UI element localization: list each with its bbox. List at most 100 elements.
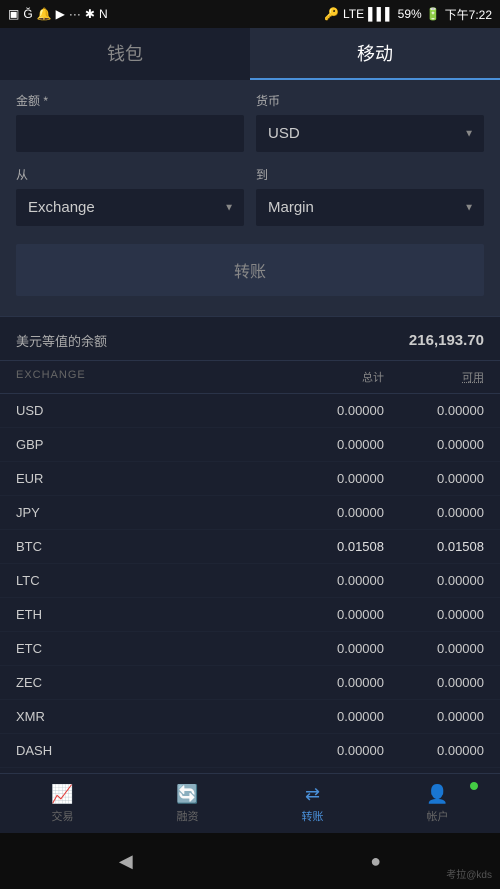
back-button[interactable]: ◀: [119, 851, 133, 872]
table-row: XMR 0.00000 0.00000: [0, 700, 500, 734]
currency-cell: DASH: [16, 743, 284, 758]
th-available: 可用: [384, 369, 484, 385]
nav-account[interactable]: 👤 帐户: [375, 774, 500, 833]
available-cell: 0.00000: [384, 641, 484, 656]
available-cell: 0.00000: [384, 505, 484, 520]
table-row: DASH 0.00000 0.00000: [0, 734, 500, 768]
bottom-nav: 📈 交易 🔄 融资 ⇄ 转账 👤 帐户: [0, 773, 500, 833]
battery-icon: 🔋: [426, 7, 441, 21]
total-cell: 0.00000: [284, 403, 384, 418]
table-row: ETC 0.00000 0.00000: [0, 632, 500, 666]
balance-value: 216,193.70: [409, 332, 484, 349]
nav-trading[interactable]: 📈 交易: [0, 774, 125, 833]
total-cell: 0.00000: [284, 437, 384, 452]
th-total: 总计: [284, 369, 384, 385]
currency-group: 货币 USD BTC ETH: [256, 92, 484, 152]
from-select-wrapper: Exchange Margin: [16, 189, 244, 226]
time: 下午7:22: [445, 6, 492, 23]
available-cell: 0.00000: [384, 403, 484, 418]
table-header: EXCHANGE 总计 可用: [0, 361, 500, 394]
nav-funding[interactable]: 🔄 融资: [125, 774, 250, 833]
table-row: ETH 0.00000 0.00000: [0, 598, 500, 632]
available-cell: 0.00000: [384, 743, 484, 758]
tab-move[interactable]: 移动: [250, 28, 500, 80]
exchange-table: EXCHANGE 总计 可用 USD 0.00000 0.00000 GBP 0…: [0, 361, 500, 816]
status-right-icons: 🔑 LTE ▌▌▌ 59% 🔋 下午7:22: [324, 6, 492, 23]
currency-cell: ETH: [16, 607, 284, 622]
nav-funding-label: 融资: [177, 808, 199, 824]
available-cell: 0.00000: [384, 437, 484, 452]
currency-cell: EUR: [16, 471, 284, 486]
total-cell: 0.00000: [284, 641, 384, 656]
amount-group: 金额 *: [16, 92, 244, 152]
table-rows-container: USD 0.00000 0.00000 GBP 0.00000 0.00000 …: [0, 394, 500, 802]
online-indicator: [470, 782, 478, 790]
notification-icon: 🔔: [37, 7, 52, 21]
available-cell: 0.00000: [384, 709, 484, 724]
currency-cell: USD: [16, 403, 284, 418]
bluetooth-icon: ✱: [85, 7, 95, 21]
total-cell: 0.00000: [284, 607, 384, 622]
transfer-icon: ⇄: [305, 784, 320, 805]
amount-input[interactable]: [16, 115, 244, 152]
currency-cell: ZEC: [16, 675, 284, 690]
table-row: GBP 0.00000 0.00000: [0, 428, 500, 462]
currency-cell: JPY: [16, 505, 284, 520]
nfc-icon: N: [99, 7, 108, 21]
to-group: 到 Margin Exchange: [256, 166, 484, 226]
available-cell: 0.00000: [384, 573, 484, 588]
total-cell: 0.01508: [284, 539, 384, 554]
table-row: EUR 0.00000 0.00000: [0, 462, 500, 496]
table-row: LTC 0.00000 0.00000: [0, 564, 500, 598]
more-icon: ···: [69, 7, 81, 21]
tab-wallet[interactable]: 钱包: [0, 28, 250, 80]
available-cell: 0.00000: [384, 607, 484, 622]
lte-icon: LTE: [343, 7, 364, 21]
to-select-wrapper: Margin Exchange: [256, 189, 484, 226]
form-area: 金额 * 货币 USD BTC ETH 从 Exchange Margin: [0, 80, 500, 316]
home-button[interactable]: ●: [370, 851, 381, 872]
battery-percent: 59%: [398, 7, 422, 21]
status-left-icons: ▣ Ğ 🔔 ▶ ··· ✱ N: [8, 7, 108, 21]
trading-icon: 📈: [51, 784, 73, 805]
nav-transfer[interactable]: ⇄ 转账: [250, 774, 375, 833]
currency-select[interactable]: USD BTC ETH: [256, 115, 484, 152]
total-cell: 0.00000: [284, 471, 384, 486]
to-label: 到: [256, 166, 484, 183]
total-cell: 0.00000: [284, 675, 384, 690]
key-icon: 🔑: [324, 7, 339, 21]
available-cell: 0.01508: [384, 539, 484, 554]
currency-cell: LTC: [16, 573, 284, 588]
total-cell: 0.00000: [284, 709, 384, 724]
table-row: USD 0.00000 0.00000: [0, 394, 500, 428]
to-select[interactable]: Margin Exchange: [256, 189, 484, 226]
from-select[interactable]: Exchange Margin: [16, 189, 244, 226]
total-cell: 0.00000: [284, 743, 384, 758]
currency-cell: BTC: [16, 539, 284, 554]
available-cell: 0.00000: [384, 675, 484, 690]
table-row: ZEC 0.00000 0.00000: [0, 666, 500, 700]
top-tabs: 钱包 移动: [0, 28, 500, 80]
system-nav: ◀ ● 考拉@kds: [0, 833, 500, 889]
account-icon: 👤: [426, 784, 448, 805]
table-row: BTC 0.01508 0.01508: [0, 530, 500, 564]
app-icon-1: ▣: [8, 7, 19, 21]
form-row-amount-currency: 金额 * 货币 USD BTC ETH: [16, 92, 484, 152]
balance-label: 美元等值的余额: [16, 331, 107, 350]
currency-label: 货币: [256, 92, 484, 109]
from-group: 从 Exchange Margin: [16, 166, 244, 226]
total-cell: 0.00000: [284, 573, 384, 588]
currency-select-wrapper: USD BTC ETH: [256, 115, 484, 152]
transfer-button[interactable]: 转账: [16, 244, 484, 296]
th-exchange: EXCHANGE: [16, 369, 284, 385]
funding-icon: 🔄: [176, 784, 198, 805]
nav-transfer-label: 转账: [302, 808, 324, 824]
currency-cell: GBP: [16, 437, 284, 452]
balance-section: 美元等值的余额 216,193.70: [0, 316, 500, 361]
form-row-from-to: 从 Exchange Margin 到 Margin Exchange: [16, 166, 484, 226]
status-bar: ▣ Ğ 🔔 ▶ ··· ✱ N 🔑 LTE ▌▌▌ 59% 🔋 下午7:22: [0, 0, 500, 28]
amount-label: 金额 *: [16, 92, 244, 109]
available-cell: 0.00000: [384, 471, 484, 486]
from-label: 从: [16, 166, 244, 183]
nav-trading-label: 交易: [52, 808, 74, 824]
